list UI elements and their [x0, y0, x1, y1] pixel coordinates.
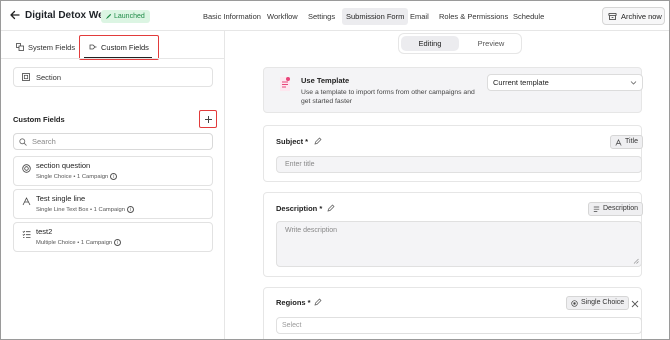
- regions-select[interactable]: Select: [276, 317, 642, 334]
- field-name: section question: [36, 161, 91, 170]
- pencil-icon[interactable]: [314, 298, 322, 306]
- description-label: Description *: [276, 204, 323, 213]
- tab-settings[interactable]: Settings: [304, 8, 339, 25]
- rocket-icon: [105, 13, 112, 20]
- field-meta-text: Single Choice • 1 Campaign: [36, 173, 109, 180]
- tab-workflow[interactable]: Workflow: [263, 8, 302, 25]
- regions-select-placeholder: Select: [282, 322, 302, 329]
- text-type-icon: [615, 138, 622, 146]
- template-select[interactable]: Current template: [487, 74, 643, 91]
- tab-submission-form[interactable]: Submission Form: [342, 8, 409, 25]
- text-icon: [22, 197, 31, 206]
- tab-schedule[interactable]: Schedule: [509, 8, 548, 25]
- radio-icon: [571, 299, 578, 307]
- template-title: Use Template: [301, 76, 350, 85]
- subject-field-card: Subject * Title Enter title: [263, 125, 643, 182]
- template-select-value: Current template: [493, 78, 549, 87]
- field-name: Test single line: [36, 194, 86, 203]
- tab-roles-permissions[interactable]: Roles & Permissions: [435, 8, 512, 25]
- toggle-preview[interactable]: Preview: [463, 36, 519, 51]
- custom-field-item[interactable]: section question Single Choice • 1 Campa…: [13, 156, 213, 186]
- checklist-icon: [22, 230, 31, 238]
- add-custom-field-button[interactable]: [199, 110, 217, 128]
- fields-icon: [16, 43, 24, 51]
- field-meta: Single Choice • 1 Campaign i: [36, 173, 118, 180]
- field-type-chip: Single Choice: [566, 296, 630, 310]
- field-type-chip: Title: [610, 135, 643, 149]
- field-meta: Single Line Text Box • 1 Campaign i: [36, 206, 134, 213]
- field-type-label: Single Choice: [581, 299, 625, 306]
- custom-field-item[interactable]: Test single line Single Line Text Box • …: [13, 189, 213, 219]
- search-icon: [19, 137, 27, 146]
- close-icon[interactable]: [631, 300, 639, 308]
- tabs-divider: [1, 58, 225, 59]
- app-frame: Digital Detox Week Launched Basic Inform…: [0, 0, 670, 340]
- header-bar: Digital Detox Week Launched Basic Inform…: [1, 1, 669, 31]
- template-logo-icon: [280, 77, 290, 91]
- status-label: Launched: [114, 13, 145, 20]
- archive-icon: [608, 12, 617, 20]
- field-meta-text: Single Line Text Box • 1 Campaign: [36, 206, 125, 213]
- info-icon[interactable]: i: [114, 239, 122, 246]
- pencil-icon[interactable]: [327, 204, 335, 212]
- section-field[interactable]: Section: [13, 67, 213, 87]
- field-type-chip: Description: [588, 202, 644, 216]
- chevron-down-icon: [630, 81, 637, 85]
- field-name: test2: [36, 227, 53, 236]
- tab-basic-information[interactable]: Basic Information: [199, 8, 265, 25]
- template-card: Use Template Use a template to import fo…: [263, 67, 643, 113]
- form-editor: Editing Preview Use Template Use a templ…: [226, 31, 669, 339]
- tab-email[interactable]: Email: [406, 8, 433, 25]
- back-arrow-icon[interactable]: [9, 9, 21, 21]
- field-type-label: Description: [603, 205, 639, 212]
- custom-field-item[interactable]: test2 Multiple Choice • 1 Campaign i: [13, 222, 213, 252]
- template-description: Use a template to import forms from othe…: [301, 89, 475, 105]
- search-placeholder: Search: [32, 137, 56, 146]
- mode-toggle: Editing Preview: [398, 33, 522, 54]
- tab-system-fields[interactable]: System Fields: [16, 38, 75, 56]
- tab-system-fields-label: System Fields: [28, 42, 76, 52]
- custom-fields-heading: Custom Fields: [13, 115, 65, 124]
- section-label: Section: [36, 72, 62, 82]
- toggle-editing[interactable]: Editing: [401, 36, 459, 51]
- regions-field-card: Regions * Single Choice Select: [263, 287, 642, 339]
- info-icon[interactable]: i: [110, 173, 118, 180]
- description-textarea[interactable]: Write description: [276, 221, 642, 267]
- radio-icon: [22, 164, 31, 173]
- search-input[interactable]: Search: [13, 133, 213, 150]
- archive-button[interactable]: Archive now: [602, 7, 665, 25]
- section-icon: [22, 73, 30, 81]
- subject-label: Subject *: [276, 137, 309, 146]
- description-placeholder: Write description: [285, 227, 338, 234]
- archive-label: Archive now: [621, 11, 662, 21]
- plus-icon: [204, 115, 212, 123]
- description-type-icon: [593, 206, 600, 212]
- pencil-icon[interactable]: [314, 137, 322, 145]
- field-type-label: Title: [625, 138, 638, 145]
- field-meta-text: Multiple Choice • 1 Campaign: [36, 239, 113, 246]
- description-field-card: Description * Description Write descript…: [263, 192, 644, 277]
- subject-input[interactable]: Enter title: [276, 156, 642, 173]
- regions-label: Regions *: [276, 298, 311, 307]
- fields-sidebar: System Fields Custom Fields Section Cust…: [1, 31, 225, 339]
- status-badge: Launched: [101, 10, 150, 23]
- field-meta: Multiple Choice • 1 Campaign i: [36, 239, 122, 246]
- resize-handle-icon[interactable]: [633, 258, 639, 264]
- info-icon[interactable]: i: [126, 206, 134, 213]
